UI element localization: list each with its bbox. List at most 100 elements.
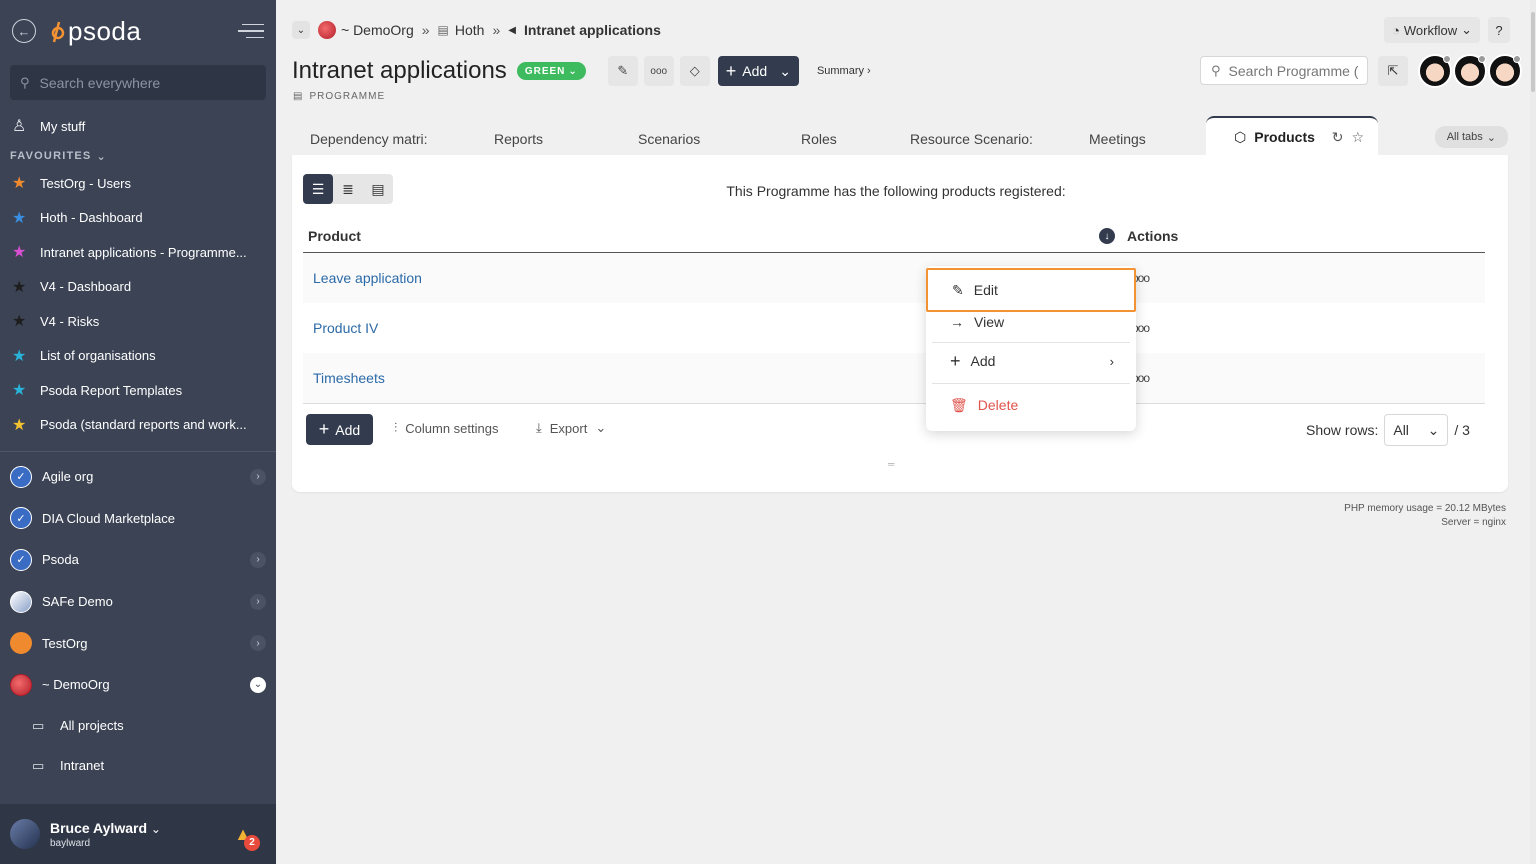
breadcrumb-toggle-icon[interactable]: ⌄ (292, 21, 310, 39)
tab-roles[interactable]: Roles (801, 122, 837, 156)
favourite-label: Psoda (standard reports and work... (40, 417, 247, 433)
row-context-menu: ✎ Edit → View + Add › 🗑 Delete (926, 266, 1136, 431)
refresh-icon[interactable]: ↻ (1332, 129, 1344, 146)
org-item-testorg[interactable]: TestOrg › (0, 622, 276, 664)
programme-search-placeholder: Search Programme ( (1228, 62, 1359, 79)
collapse-sidebar-icon[interactable] (238, 23, 264, 39)
favourite-item[interactable]: ★ V4 - Dashboard (0, 270, 276, 305)
show-rows-label: Show rows: (1306, 422, 1379, 438)
org-logo-icon (318, 21, 336, 39)
pencil-icon: ✎ (952, 281, 964, 298)
avatar[interactable] (1453, 54, 1487, 88)
favourites-header[interactable]: FAVOURITES ⌄ (0, 146, 276, 166)
column-actions: Actions (1127, 228, 1179, 244)
edit-button[interactable]: ✎ (607, 56, 638, 86)
sidebar-search-input[interactable]: ⚲ Search everywhere (10, 65, 266, 100)
memory-usage: PHP memory usage = 20.12 MBytes (1344, 503, 1506, 514)
server-info: PHP memory usage = 20.12 MBytes Server =… (1344, 502, 1506, 530)
notification-count: 2 (244, 834, 260, 851)
star-icon: ★ (12, 382, 27, 400)
chevron-right-icon[interactable]: › (250, 468, 266, 485)
tag-button[interactable]: ◇ (679, 56, 710, 86)
org-item-safe[interactable]: SAFe Demo › (0, 581, 276, 623)
more-button[interactable]: ooo (643, 56, 674, 86)
sidebar-item-intranet[interactable]: ▭ Intranet (0, 746, 276, 786)
notifications-icon[interactable]: ▲ 2 (234, 824, 260, 851)
presence-dot (1513, 55, 1521, 63)
tab-reports[interactable]: Reports (494, 122, 543, 156)
star-icon: ★ (12, 416, 27, 434)
programme-search-input[interactable]: ⚲ Search Programme ( (1200, 56, 1368, 85)
menu-divider (932, 383, 1130, 384)
scrollbar-thumb[interactable] (1531, 12, 1535, 92)
org-item-dia[interactable]: ✓ DIA Cloud Marketplace (0, 498, 276, 540)
tab-resource-scenarios[interactable]: Resource Scenario: (910, 122, 1034, 156)
back-icon[interactable]: ← (12, 19, 36, 43)
avatar[interactable] (1488, 54, 1522, 88)
show-rows-select[interactable]: All ⌄ (1384, 414, 1449, 446)
avatar[interactable] (1418, 54, 1452, 88)
favourite-item[interactable]: ★ TestOrg - Users (0, 166, 276, 201)
star-icon: ★ (12, 175, 27, 193)
org-label: SAFe Demo (42, 594, 113, 610)
status-badge[interactable]: GREEN ⌄ (516, 62, 586, 80)
user-menu[interactable]: Bruce Aylward ⌄ baylward ▲ 2 (0, 804, 276, 864)
arrow-right-icon: → (950, 314, 964, 330)
column-settings-button[interactable]: ⫶ Column settings (394, 420, 498, 436)
favourite-item[interactable]: ★ Intranet applications - Programme... (0, 235, 276, 270)
menu-item-label: Delete (977, 397, 1019, 413)
breadcrumb-parent[interactable]: Hoth (455, 22, 485, 38)
avatar (10, 819, 40, 849)
user-login: baylward (50, 837, 91, 849)
summary-link[interactable]: Summary › (817, 65, 871, 77)
favourite-item[interactable]: ★ Psoda (standard reports and work... (0, 408, 276, 443)
org-item-psoda[interactable]: ✓ Psoda › (0, 539, 276, 581)
tab-scenarios[interactable]: Scenarios (638, 122, 700, 156)
logo-mark-icon (51, 21, 65, 43)
chevron-right-icon[interactable]: › (250, 635, 266, 652)
org-item-demoorg[interactable]: ~ DemoOrg ⌄ (0, 664, 276, 706)
favourite-item[interactable]: ★ Psoda Report Templates (0, 373, 276, 408)
export-button[interactable]: ⤓ Export ⌄ (536, 420, 606, 436)
workflow-button[interactable]: ◔ Workflow ⌄ (1384, 17, 1480, 43)
add-product-label: Add (335, 421, 361, 438)
org-label: DIA Cloud Marketplace (42, 510, 175, 526)
favourite-item[interactable]: ★ V4 - Risks (0, 304, 276, 339)
psoda-logo[interactable]: psoda (50, 16, 141, 47)
favourite-label: List of organisations (40, 348, 156, 364)
top-right-controls: ◔ Workflow ⌄ ? (1384, 17, 1510, 43)
share-button[interactable]: ⇱ (1378, 56, 1408, 86)
org-item-agile[interactable]: ✓ Agile org › (0, 456, 276, 498)
star-icon: ★ (12, 278, 27, 296)
add-product-button[interactable]: + Add (306, 414, 373, 445)
chevron-down-icon: ⌄ (1486, 131, 1496, 144)
tab-products[interactable]: ⬡ Products ↻ ☆ (1206, 116, 1378, 156)
resize-handle-icon[interactable]: ═ (888, 459, 894, 469)
favourite-item[interactable]: ★ Hoth - Dashboard (0, 201, 276, 236)
menu-item-view[interactable]: → View (926, 303, 1136, 341)
type-label: ▤ PROGRAMME (293, 91, 385, 102)
page-scrollbar[interactable] (1530, 0, 1536, 864)
chevron-down-icon[interactable]: ⌄ (250, 676, 266, 693)
tab-meetings[interactable]: Meetings (1089, 122, 1146, 156)
type-text: PROGRAMME (309, 91, 386, 102)
menu-item-delete[interactable]: 🗑 Delete (926, 386, 1136, 424)
star-outline-icon[interactable]: ☆ (1351, 129, 1364, 146)
tab-actions: ↻ ☆ (1332, 129, 1364, 146)
add-button[interactable]: + Add ⌄ (717, 56, 799, 86)
chevron-right-icon[interactable]: › (250, 551, 266, 568)
help-button[interactable]: ? (1488, 17, 1510, 43)
sidebar-item-all-projects[interactable]: ▭ All projects (0, 706, 276, 746)
sort-down-icon[interactable]: ↓ (1099, 228, 1115, 244)
my-stuff-link[interactable]: ♙ My stuff (0, 106, 276, 146)
column-product[interactable]: Product (303, 228, 1099, 244)
favourite-item[interactable]: ★ List of organisations (0, 339, 276, 374)
sidebar-divider (0, 451, 276, 452)
menu-item-add[interactable]: + Add › (926, 342, 1136, 380)
tab-dependency-matrix[interactable]: Dependency matri: (310, 122, 434, 156)
team-avatars (1418, 54, 1522, 88)
all-tabs-button[interactable]: All tabs ⌄ (1434, 126, 1508, 148)
breadcrumb-org[interactable]: ~ DemoOrg (341, 22, 414, 38)
chevron-right-icon[interactable]: › (250, 593, 266, 610)
share-icon: ⇱ (1387, 63, 1399, 78)
